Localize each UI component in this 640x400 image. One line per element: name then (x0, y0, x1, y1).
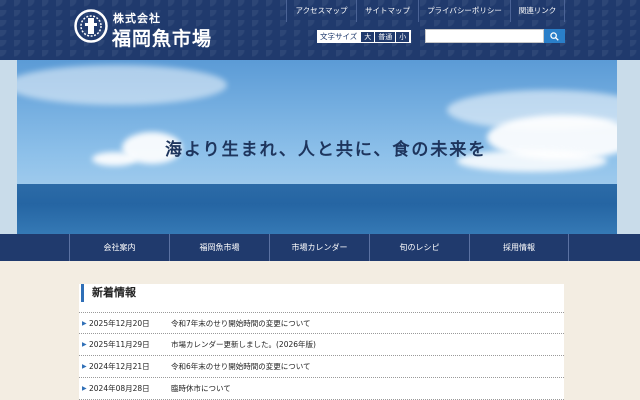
company-name[interactable]: 福岡魚市場 (112, 24, 212, 51)
news-link[interactable]: 令和7年末のせり開始時間の変更について (171, 318, 564, 329)
mainnav-recruitment[interactable]: 採用情報 (469, 234, 569, 261)
hero-side-band-left (0, 60, 17, 234)
search-icon (550, 31, 559, 41)
arrow-right-icon: ▶ (82, 319, 87, 327)
mainnav-company-info[interactable]: 会社案内 (69, 234, 169, 261)
news-link[interactable]: 令和6年末のせり開始時間の変更について (171, 361, 564, 372)
font-size-small-button[interactable]: 小 (396, 31, 410, 42)
search-button[interactable] (544, 29, 565, 43)
news-item[interactable]: ▶ 2024年08月28日 臨時休市について (79, 378, 564, 400)
company-logo-icon[interactable] (74, 9, 108, 43)
topnav-sitemap[interactable]: サイトマップ (356, 0, 418, 22)
cloud-shape (17, 65, 227, 105)
news-link[interactable]: 市場カレンダー更新しました。(2026年版) (171, 339, 564, 350)
font-size-large-button[interactable]: 大 (361, 31, 375, 42)
utility-nav: アクセスマップ サイトマップ プライバシーポリシー 関連リンク (286, 0, 565, 22)
news-item[interactable]: ▶ 2025年12月20日 令和7年末のせり開始時間の変更について (79, 312, 564, 334)
topnav-access-map[interactable]: アクセスマップ (286, 0, 356, 22)
font-size-switcher: 文字サイズ 大 普通 小 (317, 30, 412, 43)
news-section: 新着情報 ▶ 2025年12月20日 令和7年末のせり開始時間の変更について ▶… (79, 284, 564, 400)
news-item[interactable]: ▶ 2024年12月21日 令和6年末のせり開始時間の変更について (79, 356, 564, 378)
sea-surface (17, 184, 617, 234)
news-item[interactable]: ▶ 2025年11月29日 市場カレンダー更新しました。(2026年版) (79, 334, 564, 356)
cloud-shape (92, 152, 137, 166)
news-heading: 新着情報 (81, 284, 136, 302)
main-nav: 会社案内 福岡魚市場 市場カレンダー 旬のレシピ 採用情報 (0, 234, 640, 261)
topnav-related-links[interactable]: 関連リンク (510, 0, 565, 22)
news-list: ▶ 2025年12月20日 令和7年末のせり開始時間の変更について ▶ 2025… (79, 312, 564, 400)
mainnav-seasonal-recipes[interactable]: 旬のレシピ (369, 234, 469, 261)
news-title: 新着情報 (92, 286, 136, 299)
news-date: 2024年12月21日 (89, 362, 150, 371)
search-input[interactable] (425, 29, 544, 43)
topnav-privacy-policy[interactable]: プライバシーポリシー (418, 0, 510, 22)
font-size-label: 文字サイズ (320, 32, 358, 41)
news-date: 2025年11月29日 (89, 340, 150, 349)
hero-tagline: 海より生まれ、人と共に、食の未来を (165, 140, 488, 160)
mainnav-fish-market[interactable]: 福岡魚市場 (169, 234, 269, 261)
mainnav-market-calendar[interactable]: 市場カレンダー (269, 234, 369, 261)
arrow-right-icon: ▶ (82, 363, 87, 370)
hero-banner: 海より生まれ、人と共に、食の未来を (0, 60, 640, 234)
arrow-right-icon: ▶ (82, 385, 87, 392)
arrow-right-icon: ▶ (82, 341, 87, 348)
font-size-normal-button[interactable]: 普通 (375, 31, 396, 42)
news-link[interactable]: 臨時休市について (171, 383, 564, 394)
news-date: 2024年08月28日 (89, 384, 150, 393)
site-header: 株式会社 福岡魚市場 アクセスマップ サイトマップ プライバシーポリシー 関連リ… (0, 0, 640, 60)
hero-side-band-right (617, 60, 640, 234)
news-date: 2025年12月20日 (89, 318, 150, 328)
